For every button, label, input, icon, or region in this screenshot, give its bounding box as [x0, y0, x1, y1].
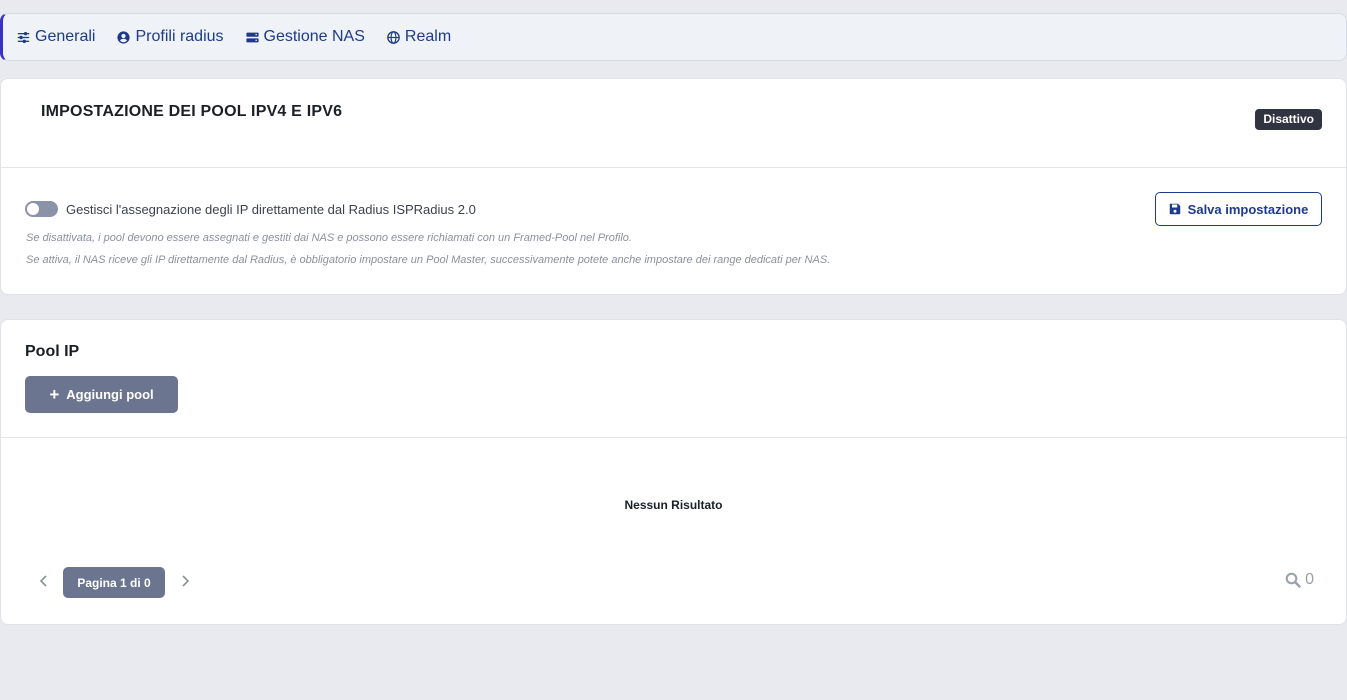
nav-item-label: Realm [404, 28, 452, 45]
floppy-disk-icon [1169, 203, 1180, 215]
top-nav: Generali Profili radius Gestione NAS Rea… [0, 13, 1347, 61]
user-circle-icon [117, 30, 131, 44]
hint-disabled: Se disattivata, i pool devono essere ass… [26, 232, 632, 244]
section-title: Pool IP [25, 343, 80, 360]
sliders-icon [17, 31, 30, 43]
nav-item-generali[interactable]: Generali [17, 28, 95, 46]
nav-item-label: Generali [35, 28, 96, 45]
result-count: 0 [1285, 571, 1314, 589]
pool-ip-card: Pool IP + Aggiungi pool Nessun Risultato… [0, 319, 1347, 625]
toggle-label: Gestisci l'assegnazione degli IP diretta… [66, 202, 476, 217]
result-count-value: 0 [1305, 571, 1314, 588]
previous-page-button[interactable] [35, 572, 51, 590]
add-pool-label: Aggiungi pool [66, 387, 154, 402]
status-badge: Disattivo [1255, 109, 1322, 130]
empty-state-text: Nessun Risultato [624, 498, 723, 512]
radius-ip-toggle[interactable] [25, 201, 58, 217]
page-indicator: Pagina 1 di 0 [63, 567, 165, 598]
nav-item-label: Gestione NAS [263, 28, 365, 45]
toggle-knob [27, 203, 39, 215]
plus-icon: + [49, 385, 60, 404]
nav-item-realm[interactable]: Realm [387, 28, 451, 46]
save-button-label: Salva impostazione [1187, 201, 1309, 217]
next-page-button[interactable] [177, 572, 193, 590]
server-icon [245, 32, 259, 42]
pool-settings-card: IMPOSTAZIONE DEI POOL IPV4 E IPV6 Disatt… [0, 78, 1347, 295]
divider [1, 437, 1346, 438]
chevron-left-icon [39, 575, 47, 587]
add-pool-button[interactable]: + Aggiungi pool [25, 376, 178, 413]
hint-enabled: Se attiva, il NAS riceve gli IP direttam… [26, 254, 831, 266]
divider [1, 167, 1346, 168]
nav-item-gestione-nas[interactable]: Gestione NAS [245, 28, 365, 46]
nav-item-label: Profili radius [135, 28, 224, 45]
globe-icon [387, 30, 400, 44]
chevron-right-icon [181, 575, 189, 587]
nav-item-profili-radius[interactable]: Profili radius [117, 28, 224, 46]
search-icon [1285, 572, 1301, 588]
save-settings-button[interactable]: Salva impostazione [1155, 192, 1322, 226]
page-title: IMPOSTAZIONE DEI POOL IPV4 E IPV6 [41, 103, 343, 120]
